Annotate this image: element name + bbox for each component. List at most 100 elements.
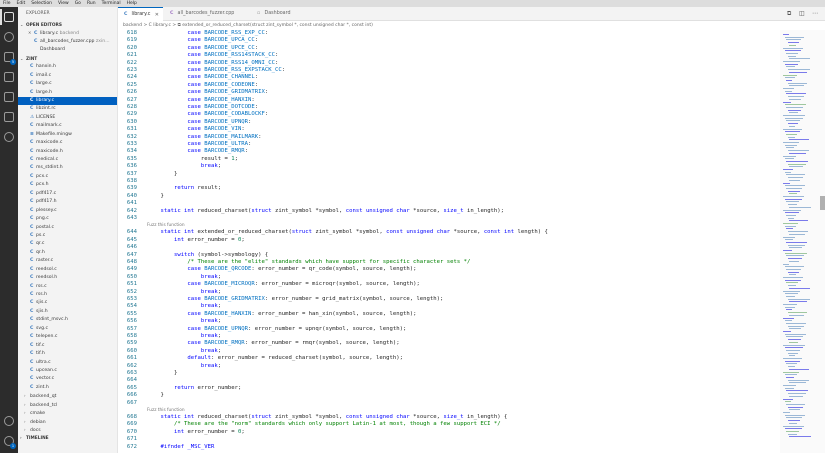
file-item[interactable]: Csjis.c	[18, 299, 117, 307]
code-line[interactable]: 652 break;	[118, 289, 780, 296]
code-line[interactable]: 625 case BARCODE_CODEONE:	[118, 82, 780, 89]
run-debug-icon[interactable]	[4, 72, 14, 82]
folder-item[interactable]: › debian	[18, 418, 117, 426]
testing-icon[interactable]	[4, 112, 14, 122]
file-item[interactable]: Crss.h	[18, 291, 117, 299]
code-line[interactable]: 644 static int extended_or_reduced_chars…	[118, 229, 780, 236]
account-icon[interactable]	[4, 416, 14, 426]
file-item[interactable]: Cps.c	[18, 232, 117, 240]
file-item[interactable]: Cplessey.c	[18, 207, 117, 215]
fuzz-codelens[interactable]: Fuzz this function	[147, 223, 185, 229]
code-line[interactable]: 657 case BARCODE_UPNQR: error_number = u…	[118, 326, 780, 333]
menu-edit[interactable]: Edit	[14, 0, 29, 7]
file-item[interactable]: Cpdf417.h	[18, 198, 117, 206]
code-line[interactable]: 655 case BARCODE_HANXIN: error_number = …	[118, 311, 780, 318]
compare-icon[interactable]: ⧉	[787, 10, 791, 18]
tab-all-barcodes-fuzzer[interactable]: C all_barcodes_fuzzer.cpp	[164, 7, 250, 21]
file-item[interactable]: Clarge.h	[18, 89, 117, 97]
remote-icon[interactable]	[4, 132, 14, 142]
code-line[interactable]: 629 case BARCODE_CODABLOCKF:	[118, 111, 780, 118]
folder-item[interactable]: › backend_qt	[18, 392, 117, 400]
workspace-folder-header[interactable]: ⌄ ZINT	[18, 55, 117, 63]
folder-item[interactable]: › docs	[18, 426, 117, 434]
code-line[interactable]: 645 int error_number = 0;	[118, 237, 780, 244]
file-item[interactable]: ≡ Makefile.mingw	[18, 131, 117, 139]
code-line[interactable]: 635 result = 1;	[118, 156, 780, 163]
code-line[interactable]: 665 return error_number;	[118, 385, 780, 392]
code-line[interactable]: 632 case BARCODE_MAILMARK:	[118, 134, 780, 141]
code-line[interactable]: 671	[118, 436, 780, 443]
code-line[interactable]: 672 #ifndef _MSC_VER	[118, 444, 780, 451]
file-item[interactable]: Csjis.h	[18, 308, 117, 316]
code-line[interactable]: 626 case BARCODE_GRIDMATRIX:	[118, 89, 780, 96]
code-line[interactable]: 648 /* These are the "elite" standards w…	[118, 259, 780, 266]
file-item[interactable]: Cstdint_msvc.h	[18, 316, 117, 324]
code-line[interactable]: 654 break;	[118, 303, 780, 310]
file-item[interactable]: Cpostal.c	[18, 224, 117, 232]
file-item[interactable]: Cmaxicode.c	[18, 139, 117, 147]
menu-selection[interactable]: Selection	[28, 0, 55, 7]
timeline-header[interactable]: › TIMELINE	[18, 434, 117, 442]
file-item[interactable]: Cmailmark.c	[18, 122, 117, 130]
menu-terminal[interactable]: Terminal	[99, 0, 124, 7]
more-actions-icon[interactable]: ⋯	[812, 10, 818, 17]
breadcrumb[interactable]: backend > C library.c > ⧉ extended_or_re…	[118, 21, 825, 30]
code-line[interactable]: 659 case BARCODE_RMQR: error_number = rm…	[118, 340, 780, 347]
file-item[interactable]: Cms_stdint.h	[18, 164, 117, 172]
code-line[interactable]: 664	[118, 377, 780, 384]
file-item[interactable]: Clibrary.c	[18, 96, 117, 106]
minimap-slider[interactable]	[820, 196, 825, 210]
code-line[interactable]: 646	[118, 244, 780, 251]
tab-library-c[interactable]: C library.c ✕	[118, 7, 163, 21]
code-line[interactable]: 653 case BARCODE_GRIDMATRIX: error_numbe…	[118, 296, 780, 303]
file-item[interactable]: Crss.c	[18, 283, 117, 291]
code-line[interactable]: 624 case BARCODE_CHANNEL:	[118, 74, 780, 81]
file-item[interactable]: Ctif.c	[18, 342, 117, 350]
code-line[interactable]: 658 break;	[118, 333, 780, 340]
code-line[interactable]: 669 /* These are the "norm" standards wh…	[118, 421, 780, 428]
code-line[interactable]: 634 case BARCODE_RMQR:	[118, 148, 780, 155]
file-item[interactable]: Cpdf417.c	[18, 190, 117, 198]
code-line[interactable]: 643	[118, 215, 780, 222]
code-line[interactable]: 650 break;	[118, 274, 780, 281]
file-item[interactable]: Cmedical.c	[18, 156, 117, 164]
code-line[interactable]: 622 case BARCODE_RSS14_OMNI_CC:	[118, 60, 780, 67]
file-item[interactable]: Cimail.c	[18, 72, 117, 80]
open-editor-item[interactable]: Call_barcodes_fuzzer.cpp zxin...	[18, 38, 117, 46]
code-line[interactable]: 656 break;	[118, 318, 780, 325]
file-item[interactable]: Clibzint.rc	[18, 105, 117, 113]
file-item[interactable]: ⚠ LICENSE	[18, 114, 117, 122]
file-item[interactable]: Chanxin.h	[18, 63, 117, 71]
file-item[interactable]: Cvector.c	[18, 375, 117, 383]
file-item[interactable]: Cupcean.c	[18, 367, 117, 375]
file-item[interactable]: Craster.c	[18, 257, 117, 265]
code-line[interactable]: 638	[118, 178, 780, 185]
open-editor-item[interactable]: Dashboard	[18, 46, 117, 54]
menu-view[interactable]: View	[55, 0, 72, 7]
code-line[interactable]: 639 return result;	[118, 185, 780, 192]
file-item[interactable]: Czint.h	[18, 384, 117, 392]
file-item[interactable]: Cmaxicode.h	[18, 148, 117, 156]
open-editors-header[interactable]: ⌄ OPEN EDITORS	[18, 21, 117, 29]
open-editor-item[interactable]: ✕ Clibrary.c backend	[18, 29, 117, 37]
tab-dashboard[interactable]: ▫ Dashboard	[251, 7, 301, 21]
code-line[interactable]: 620 case BARCODE_UPCE_CC:	[118, 45, 780, 52]
search-icon[interactable]	[4, 32, 14, 42]
file-item[interactable]: Creedsol.c	[18, 266, 117, 274]
code-line[interactable]: 641	[118, 200, 780, 207]
code-line[interactable]: 630 case BARCODE_UPNQR:	[118, 119, 780, 126]
close-icon[interactable]: ✕	[155, 8, 159, 22]
minimap[interactable]	[780, 30, 825, 453]
fuzz-codelens[interactable]: Fuzz this function	[147, 408, 185, 414]
code-line[interactable]: 618 case BARCODE_RSS_EXP_CC:	[118, 30, 780, 37]
file-item[interactable]: Cpcx.c	[18, 173, 117, 181]
folder-item[interactable]: › cmake	[18, 409, 117, 417]
code-line[interactable]: 637 }	[118, 171, 780, 178]
file-item[interactable]: Ctelepen.c	[18, 333, 117, 341]
code-line[interactable]: 621 case BARCODE_RSS14STACK_CC:	[118, 52, 780, 59]
code-line[interactable]: 619 case BARCODE_UPCA_CC:	[118, 37, 780, 44]
file-item[interactable]: Csvg.c	[18, 325, 117, 333]
menu-file[interactable]: File	[0, 0, 14, 7]
menu-run[interactable]: Run	[84, 0, 99, 7]
file-item[interactable]: Ctif.h	[18, 350, 117, 358]
